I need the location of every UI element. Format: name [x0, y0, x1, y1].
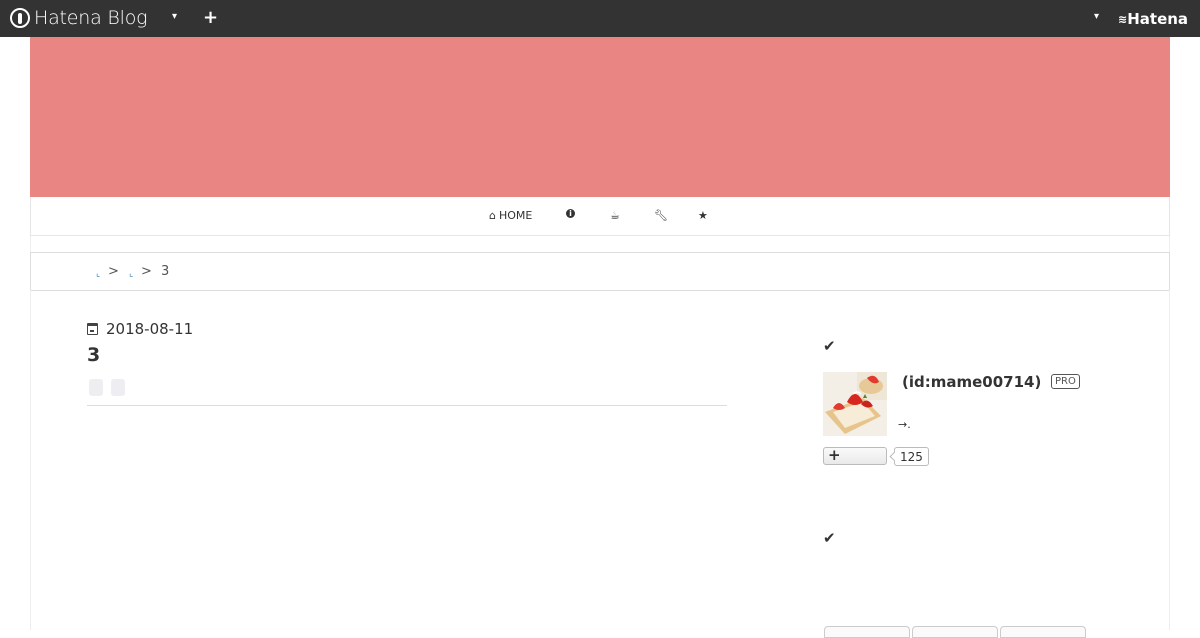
- sidebar-tab[interactable]: [824, 626, 910, 638]
- calendar-icon: [87, 323, 98, 335]
- nav-item-coffee[interactable]: ☕: [610, 209, 623, 222]
- check-icon: ✔: [823, 529, 836, 547]
- nav-spacer: [30, 236, 1170, 252]
- breadcrumb-link-marker[interactable]: ⌞: [96, 269, 100, 279]
- pro-badge: PRO: [1051, 374, 1080, 389]
- breadcrumb-separator: >: [141, 264, 152, 279]
- entry-divider: [87, 405, 727, 406]
- breadcrumb-separator: >: [108, 264, 119, 279]
- category-tag[interactable]: [111, 379, 125, 396]
- brand-menu-chevron-down-icon[interactable]: ▾: [172, 11, 177, 22]
- user-menu-chevron-down-icon[interactable]: ▾: [1094, 11, 1099, 22]
- nav-item-about[interactable]: i: [566, 209, 578, 218]
- follow-button[interactable]: +: [823, 446, 887, 465]
- nav-item-favorites[interactable]: ★: [698, 209, 711, 222]
- hatena-wave-icon: ≋: [1118, 12, 1127, 26]
- wrench-icon: 🔧︎: [654, 209, 668, 222]
- nav-item-label: HOME: [498, 209, 533, 222]
- profile-id[interactable]: (id:mame00714): [902, 373, 1041, 391]
- category-tag[interactable]: [89, 379, 103, 396]
- profile-avatar[interactable]: [823, 372, 887, 436]
- breadcrumb: ⌞ > ⌞ > 3: [30, 252, 1170, 291]
- breadcrumb-link-marker[interactable]: ⌞: [129, 269, 133, 279]
- plus-icon: +: [828, 446, 841, 464]
- follower-count[interactable]: 125: [894, 447, 929, 466]
- global-nav: ⌂ HOME i ☕ 🔧︎ ★: [30, 197, 1170, 236]
- entry-date-text: 2018-08-11: [106, 320, 194, 338]
- info-icon: i: [566, 209, 575, 218]
- entry-title[interactable]: 3: [87, 344, 100, 366]
- hatena-blog-logo[interactable]: Hatena Blog: [10, 7, 148, 29]
- content-border-left: [30, 290, 31, 630]
- breadcrumb-current: 3: [161, 264, 170, 279]
- global-header: Hatena Blog ▾ + ▾ ≋ Hatena: [0, 0, 1200, 37]
- hatena-logo-icon: [10, 8, 30, 28]
- check-icon: ✔: [823, 337, 836, 355]
- sidebar-tab[interactable]: [1000, 626, 1086, 638]
- sidebar-tab[interactable]: [912, 626, 998, 638]
- home-icon: ⌂: [489, 209, 496, 222]
- coffee-icon: ☕: [610, 209, 620, 222]
- nav-item-tools[interactable]: 🔧︎: [654, 209, 671, 222]
- profile-note[interactable]: →.: [898, 418, 911, 431]
- entry-date[interactable]: 2018-08-11: [87, 320, 193, 338]
- blog-header-banner[interactable]: [30, 37, 1170, 197]
- add-post-button[interactable]: +: [203, 7, 218, 28]
- strawberry-dessert-image: [823, 372, 887, 436]
- content-border-right: [1169, 290, 1170, 630]
- hatena-logo-link[interactable]: ≋ Hatena: [1118, 10, 1188, 28]
- hatena-label: Hatena: [1127, 10, 1189, 28]
- star-icon: ★: [698, 209, 708, 222]
- brand-name: Hatena Blog: [34, 7, 148, 29]
- nav-item-home[interactable]: ⌂ HOME: [489, 209, 532, 222]
